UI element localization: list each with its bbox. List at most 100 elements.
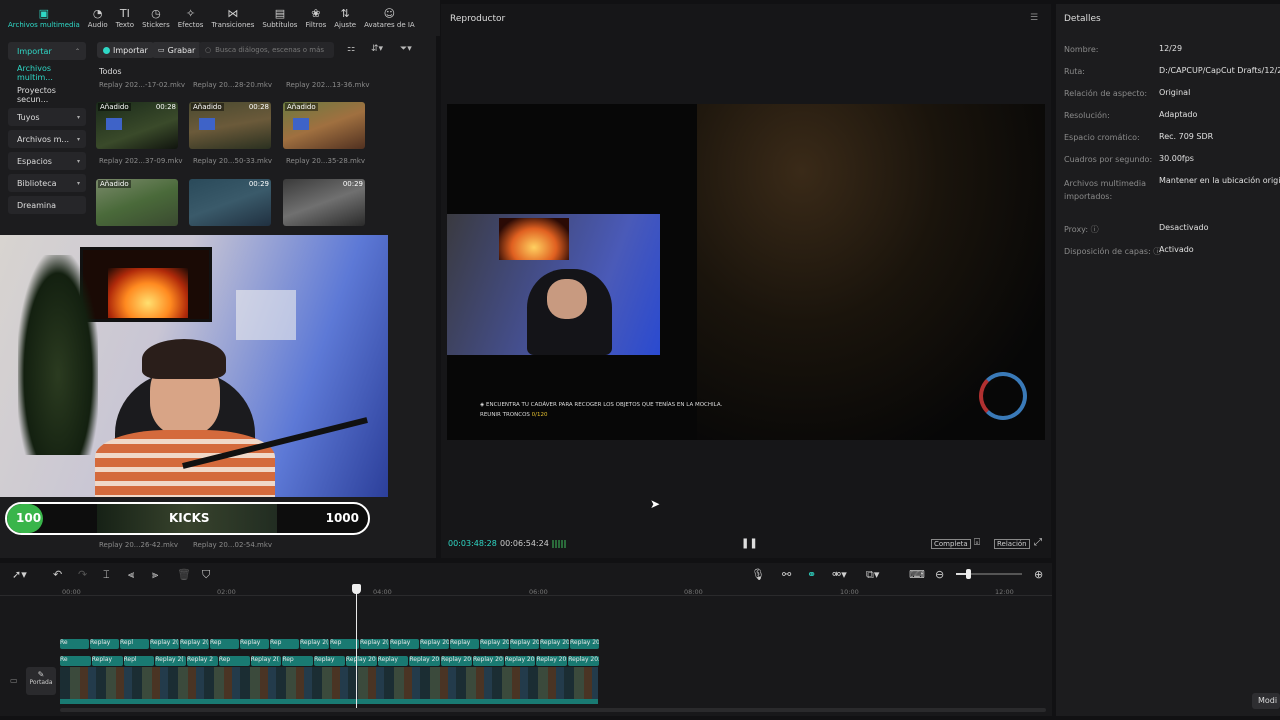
timeline-clip[interactable]: Replay 20 xyxy=(472,656,504,666)
view-toggle-icon[interactable]: ⚏ xyxy=(347,44,355,54)
media-thumbnail[interactable]: Añadido xyxy=(96,179,178,226)
sidebar-item-secondary-projects[interactable]: Proyectos secun... xyxy=(8,86,86,104)
timeline-clip[interactable]: Re xyxy=(60,639,89,649)
media-search-input[interactable]: ○ Busca diálogos, escenas o más xyxy=(199,42,334,58)
tool-effects[interactable]: ✧ Efectos xyxy=(174,1,208,35)
tool-audio[interactable]: ◔ Audio xyxy=(84,1,112,35)
timeline-clip[interactable]: Replay 2( xyxy=(300,639,329,649)
timeline-clip[interactable]: Replay xyxy=(240,639,269,649)
menu-icon[interactable]: ☰ xyxy=(1030,13,1038,23)
tool-text[interactable]: TI Texto xyxy=(112,1,138,35)
redo-icon[interactable]: ↷ xyxy=(78,568,87,581)
tool-media[interactable]: ▣ Archivos multimedia xyxy=(4,1,84,35)
timeline-clip[interactable]: Rep xyxy=(330,639,359,649)
tool-subtitles[interactable]: ▤ Subtítulos xyxy=(258,1,301,35)
tool-transitions[interactable]: ⋈ Transiciones xyxy=(207,1,258,35)
modify-button[interactable]: Modi xyxy=(1252,693,1280,709)
cover-button[interactable]: ✎ Portada xyxy=(26,667,56,695)
subtitle-track-icon[interactable]: ⌨ xyxy=(909,568,925,581)
media-thumbnail[interactable]: 00:29 xyxy=(189,179,271,226)
sidebar-item-yours[interactable]: Tuyos ▾ xyxy=(8,108,86,126)
timeline-clip[interactable]: Replay 202 xyxy=(568,656,599,666)
timeline-clip[interactable]: Replay 2 xyxy=(187,656,218,666)
video-preview[interactable]: ◈ ENCUENTRA TU CADÁVER PARA RECOGER LOS … xyxy=(447,104,1045,440)
timeline-clip[interactable]: Replay 2( xyxy=(150,639,179,649)
timeline-clip[interactable]: Replay 20 xyxy=(441,656,472,666)
delete-icon[interactable]: 🗑 xyxy=(177,568,191,581)
timeline-clip[interactable]: Replay xyxy=(91,656,123,666)
media-thumbnail[interactable]: Añadido 00:28 xyxy=(96,102,178,149)
sidebar-item-dreamina[interactable]: Dreamina xyxy=(8,196,86,214)
chain-icon[interactable]: ⚮▾ xyxy=(832,568,847,581)
playhead[interactable] xyxy=(356,584,357,712)
playhead-handle[interactable] xyxy=(352,584,361,594)
timeline-clip[interactable]: Replay 2( xyxy=(250,656,282,666)
timeline-clip[interactable]: Replay 2( xyxy=(180,639,209,649)
timeline-clip[interactable]: Replay xyxy=(377,656,409,666)
preview-axis-icon[interactable]: ⧉▾ xyxy=(866,568,879,582)
timeline-clip[interactable]: Replay xyxy=(450,639,479,649)
timeline-clip[interactable]: Replay xyxy=(90,639,119,649)
sidebar-item-spaces[interactable]: Espacios ▾ xyxy=(8,152,86,170)
record-button[interactable]: ▭ Grabar xyxy=(152,42,202,58)
tool-filters[interactable]: ❀ Filtros xyxy=(301,1,330,35)
sidebar-item-media-files[interactable]: Archivos multim... xyxy=(8,64,86,82)
split-right-icon[interactable]: ⫸ xyxy=(152,568,158,582)
tool-adjust[interactable]: ⇅ Ajuste xyxy=(330,1,360,35)
timeline-clip[interactable]: Re xyxy=(60,656,91,666)
tool-stickers[interactable]: ◷ Stickers xyxy=(138,1,174,35)
filter-icon[interactable]: ⏷▾ xyxy=(400,44,412,54)
shield-icon[interactable]: ⛉ xyxy=(202,568,210,582)
timeline-clip[interactable]: Replay 20 xyxy=(540,639,569,649)
split-left-icon[interactable]: ⫷ xyxy=(128,568,134,582)
timeline-clip[interactable]: Replay 20 xyxy=(504,656,536,666)
sidebar-item-library[interactable]: Biblioteca ▾ xyxy=(8,174,86,192)
timeline-clip[interactable]: Replay 20 xyxy=(570,639,599,649)
track-lock-icon[interactable]: ▭ xyxy=(10,676,18,685)
split-icon[interactable]: ⌶ xyxy=(103,568,110,582)
media-thumbnail[interactable]: Añadido xyxy=(283,102,365,149)
screenshot-icon[interactable]: ⌻ xyxy=(974,537,980,548)
import-button[interactable]: Importar xyxy=(97,42,154,58)
microphone-icon[interactable]: 🎙 xyxy=(751,568,765,581)
pause-icon[interactable]: ❚❚ xyxy=(741,538,758,549)
fullscreen-icon[interactable]: ⤢ xyxy=(1034,537,1042,548)
zoom-in-icon[interactable]: ⊕ xyxy=(1034,568,1043,581)
webcam-inset xyxy=(293,118,309,130)
timeline-scrollbar[interactable] xyxy=(60,708,1046,712)
aspect-ratio-button[interactable]: Relación xyxy=(994,539,1030,549)
timeline-clip[interactable]: Replay xyxy=(390,639,419,649)
timeline-clip[interactable]: Replay 2( xyxy=(155,656,187,666)
sidebar-item-media-library[interactable]: Archivos m... ▾ xyxy=(8,130,86,148)
media-thumbnail[interactable]: Añadido 00:28 xyxy=(189,102,271,149)
timeline-clip[interactable]: Replay 20 xyxy=(536,656,568,666)
timeline-clip[interactable]: Replay xyxy=(314,656,345,666)
magnet-icon[interactable]: ⚭ xyxy=(807,568,816,581)
timeline-clip[interactable]: Rep xyxy=(282,656,314,666)
fullscreen-quality-button[interactable]: Completa xyxy=(931,539,971,549)
info-icon[interactable]: ⓘ xyxy=(1091,225,1099,234)
timeline-clip[interactable]: Replay 20 xyxy=(420,639,449,649)
select-tool-icon[interactable]: ➚▾ xyxy=(12,568,27,581)
timeline-clip[interactable]: Replay 20 xyxy=(480,639,509,649)
timeline-clip[interactable]: Repl xyxy=(123,656,155,666)
zoom-slider-handle[interactable] xyxy=(966,569,971,579)
timeline-clip[interactable]: Replay 20 xyxy=(510,639,539,649)
sidebar-item-import[interactable]: Importar ⌃ xyxy=(8,42,86,60)
details-title: Detalles xyxy=(1064,14,1101,24)
tool-ai-avatars[interactable]: ☺ Avatares de IA xyxy=(360,1,419,35)
timeline-clip[interactable]: Repl xyxy=(120,639,149,649)
timeline-clip[interactable]: Replay 20 xyxy=(409,656,441,666)
link-icon[interactable]: ⚯ xyxy=(782,568,791,581)
zoom-out-icon[interactable]: ⊖ xyxy=(935,568,944,581)
time-ruler[interactable] xyxy=(0,584,1052,596)
timeline-clip[interactable]: Rep xyxy=(210,639,239,649)
sort-icon[interactable]: ⇵▾ xyxy=(371,44,383,54)
video-track-thumbnails[interactable] xyxy=(60,667,598,699)
timeline-clip[interactable]: Rep xyxy=(218,656,250,666)
undo-icon[interactable]: ↶ xyxy=(53,568,62,581)
timeline-clip[interactable]: Replay 20 xyxy=(345,656,377,666)
timeline-clip[interactable]: Rep xyxy=(270,639,299,649)
media-thumbnail[interactable]: 00:29 xyxy=(283,179,365,226)
timeline-clip[interactable]: Replay 2( xyxy=(360,639,389,649)
